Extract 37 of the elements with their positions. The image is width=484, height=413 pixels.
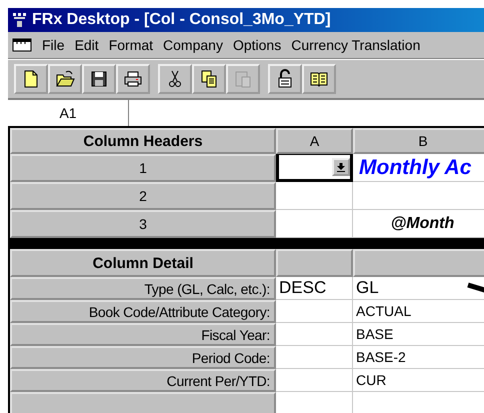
column-header[interactable]: A xyxy=(276,128,353,154)
row-label: Fiscal Year: xyxy=(10,323,276,346)
row-header[interactable]: 1 xyxy=(10,154,276,182)
dropdown-button[interactable] xyxy=(332,158,350,176)
print-button[interactable] xyxy=(116,64,150,94)
menu-item[interactable]: Format xyxy=(108,37,154,53)
row-label: Current Per/YTD: xyxy=(10,369,276,392)
menu-item[interactable]: Options xyxy=(232,37,282,53)
menu-item[interactable]: Company xyxy=(163,37,223,53)
window-title: FRx Desktop - [Col - Consol_3Mo_YTD] xyxy=(32,11,331,29)
table-cell[interactable]: DESC xyxy=(276,277,353,300)
app-icon xyxy=(12,12,28,28)
down-arrow-icon xyxy=(335,161,347,173)
cut-button[interactable] xyxy=(158,64,192,94)
table-cell[interactable] xyxy=(276,154,353,182)
copy-button[interactable] xyxy=(192,64,226,94)
section-header: Column Headers xyxy=(10,128,276,154)
section-header: Column Detail xyxy=(10,249,276,277)
new-button[interactable] xyxy=(14,64,48,94)
book-button[interactable] xyxy=(302,64,336,94)
folder-icon xyxy=(55,69,75,89)
row-label: Period Code: xyxy=(10,346,276,369)
column-header[interactable]: B xyxy=(353,128,484,154)
open-button[interactable] xyxy=(48,64,82,94)
documents-icon xyxy=(199,69,219,89)
lock-button[interactable] xyxy=(268,64,302,94)
clipboard-icon xyxy=(233,69,253,89)
printer-icon xyxy=(123,69,143,89)
menu-item[interactable]: Edit xyxy=(74,37,99,53)
row-header[interactable]: 2 xyxy=(10,182,276,210)
row-label: Type (GL, Calc, etc.): xyxy=(10,277,276,300)
row-header[interactable]: 3 xyxy=(10,210,276,238)
menu-item[interactable]: File xyxy=(42,37,65,53)
save-button[interactable] xyxy=(82,64,116,94)
row-label: Book Code/Attribute Category: xyxy=(10,300,276,323)
document-icon[interactable] xyxy=(12,37,32,53)
menu-item[interactable]: Currency Translation xyxy=(291,37,420,53)
